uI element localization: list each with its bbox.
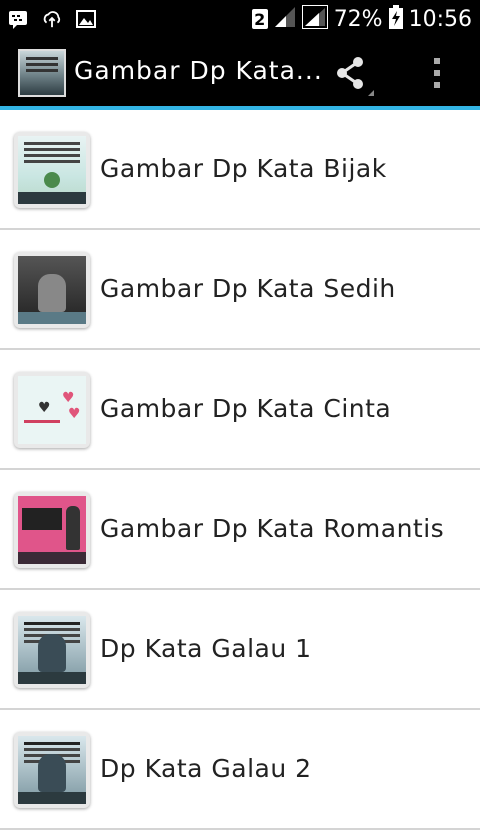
list-item[interactable]: Gambar Dp Kata Romantis (0, 470, 480, 590)
battery-charging-icon (388, 5, 403, 33)
share-icon (337, 57, 374, 96)
share-button[interactable] (330, 52, 374, 96)
list-item-label: Gambar Dp Kata Sedih (100, 274, 396, 303)
cloud-upload-icon (42, 9, 62, 29)
overflow-menu-button[interactable] (424, 52, 452, 96)
clock: 10:56 (408, 6, 472, 32)
app-icon[interactable] (18, 49, 66, 97)
kata-romantis-thumbnail (14, 492, 90, 568)
action-bar: Gambar Dp Kata... (0, 38, 480, 106)
list-item-label: Dp Kata Galau 1 (100, 634, 312, 663)
page-title: Gambar Dp Kata... (74, 56, 323, 85)
list-item-label: Gambar Dp Kata Cinta (100, 394, 392, 423)
signal-icon-2 (301, 5, 328, 33)
kata-cinta-thumbnail: ♥ ♥ ♥ (14, 372, 90, 448)
image-icon (76, 9, 96, 29)
signal-icon (274, 6, 296, 32)
notification-icons (0, 9, 96, 29)
list-item[interactable]: Dp Kata Galau 1 (0, 590, 480, 710)
kata-bijak-thumbnail (14, 132, 90, 208)
bbm-icon (8, 9, 28, 29)
list-item[interactable]: ♥ ♥ ♥ Gambar Dp Kata Cinta (0, 350, 480, 470)
status-bar: 2 72% 10:56 (0, 0, 480, 38)
category-list: Gambar Dp Kata Bijak Gambar Dp Kata Sedi… (0, 110, 480, 830)
kata-galau-thumbnail (14, 612, 90, 688)
system-indicators: 2 72% 10:56 (251, 0, 472, 38)
sim-slot-badge: 2 (251, 9, 268, 29)
list-item-label: Gambar Dp Kata Bijak (100, 154, 387, 183)
overflow-menu-icon (434, 58, 440, 88)
list-item-label: Dp Kata Galau 2 (100, 754, 312, 783)
kata-galau-thumbnail (14, 732, 90, 808)
kata-sedih-thumbnail (14, 252, 90, 328)
list-item-label: Gambar Dp Kata Romantis (100, 514, 445, 543)
list-item[interactable]: Gambar Dp Kata Sedih (0, 230, 480, 350)
list-item[interactable]: Gambar Dp Kata Bijak (0, 110, 480, 230)
battery-percent: 72% (333, 6, 383, 32)
list-item[interactable]: Dp Kata Galau 2 (0, 710, 480, 830)
